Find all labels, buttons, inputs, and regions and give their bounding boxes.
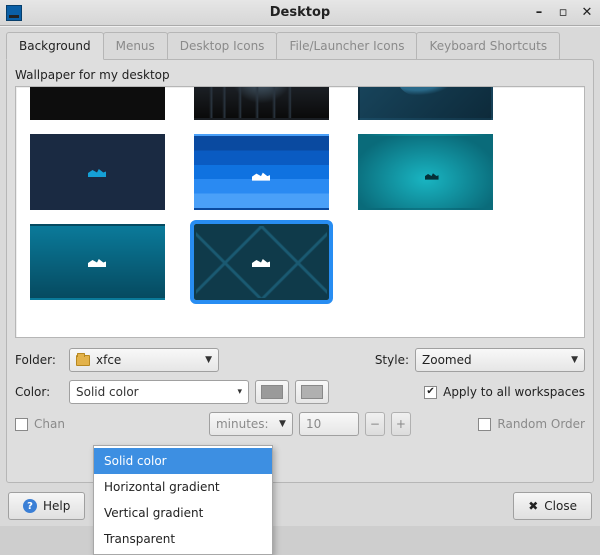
color-label: Color: bbox=[15, 385, 63, 399]
wallpaper-thumb[interactable] bbox=[22, 129, 172, 215]
maximize-button[interactable]: ▫ bbox=[556, 6, 570, 20]
color-swatch-1-button[interactable] bbox=[255, 380, 289, 404]
wallpaper-thumb-selected[interactable] bbox=[186, 219, 336, 305]
interval-decrement-button[interactable]: − bbox=[365, 412, 385, 436]
tab-file-launcher-icons[interactable]: File/Launcher Icons bbox=[276, 32, 417, 59]
chevron-down-icon: ▾ bbox=[237, 387, 242, 397]
row-folder-style: Folder: xfce ▼ Style: Zoomed ▼ bbox=[15, 348, 585, 372]
folder-label: Folder: bbox=[15, 353, 63, 367]
interval-unit-value: minutes: bbox=[216, 417, 273, 431]
change-bg-checkbox[interactable] bbox=[15, 418, 28, 431]
window-title: Desktop bbox=[0, 5, 600, 20]
interval-value-input[interactable]: 10 bbox=[299, 412, 359, 436]
help-button-label: Help bbox=[43, 499, 70, 513]
color-menu-item-horizontal[interactable]: Horizontal gradient bbox=[94, 474, 272, 500]
close-button-label: Close bbox=[544, 499, 577, 513]
apply-all-checkbox[interactable] bbox=[424, 386, 437, 399]
random-order-checkbox[interactable] bbox=[478, 418, 491, 431]
chevron-down-icon: ▼ bbox=[279, 419, 286, 429]
help-button[interactable]: ? Help bbox=[8, 492, 85, 520]
close-button[interactable]: ✖ Close bbox=[513, 492, 592, 520]
interval-unit-combobox[interactable]: minutes: ▼ bbox=[209, 412, 293, 436]
wallpaper-thumb-empty bbox=[350, 219, 500, 305]
wallpaper-section-label: Wallpaper for my desktop bbox=[15, 68, 585, 82]
tab-keyboard-shortcuts[interactable]: Keyboard Shortcuts bbox=[416, 32, 560, 59]
color-value: Solid color bbox=[76, 385, 231, 399]
row-color: Color: Solid color ▾ Apply to all worksp… bbox=[15, 380, 585, 404]
interval-value: 10 bbox=[306, 417, 321, 431]
folder-combobox[interactable]: xfce ▼ bbox=[69, 348, 219, 372]
color-combobox[interactable]: Solid color ▾ bbox=[69, 380, 249, 404]
row-change-bg: Chan minutes: ▼ 10 − + Random Order bbox=[15, 412, 585, 436]
chevron-down-icon: ▼ bbox=[205, 355, 212, 365]
tabpanel-background: Wallpaper for my desktop XFCE Folder: xf… bbox=[6, 59, 594, 483]
change-bg-label: Chan bbox=[34, 417, 65, 431]
minimize-button[interactable]: – bbox=[532, 6, 546, 20]
wallpaper-thumb[interactable]: XFCE bbox=[186, 86, 336, 125]
tab-bar: Background Menus Desktop Icons File/Laun… bbox=[6, 31, 594, 59]
wallpaper-grid[interactable]: XFCE bbox=[15, 86, 585, 338]
titlebar: Desktop – ▫ ✕ bbox=[0, 0, 600, 26]
apply-all-label: Apply to all workspaces bbox=[443, 385, 585, 399]
style-value: Zoomed bbox=[422, 353, 565, 367]
wallpaper-thumb[interactable] bbox=[186, 129, 336, 215]
wallpaper-thumb[interactable] bbox=[22, 86, 172, 125]
tab-menus[interactable]: Menus bbox=[103, 32, 168, 59]
folder-value: xfce bbox=[96, 353, 199, 367]
wallpaper-thumb[interactable] bbox=[350, 129, 500, 215]
help-icon: ? bbox=[23, 499, 37, 513]
color-swatch-2-button[interactable] bbox=[295, 380, 329, 404]
interval-increment-button[interactable]: + bbox=[391, 412, 411, 436]
style-combobox[interactable]: Zoomed ▼ bbox=[415, 348, 585, 372]
folder-icon bbox=[76, 355, 90, 366]
color-menu-item-vertical[interactable]: Vertical gradient bbox=[94, 500, 272, 526]
close-window-button[interactable]: ✕ bbox=[580, 6, 594, 20]
app-icon bbox=[6, 5, 22, 21]
tab-background[interactable]: Background bbox=[6, 32, 104, 60]
close-icon: ✖ bbox=[528, 499, 538, 513]
tab-desktop-icons[interactable]: Desktop Icons bbox=[167, 32, 278, 59]
color-swatch-2 bbox=[301, 385, 323, 399]
color-menu-item-transparent[interactable]: Transparent bbox=[94, 526, 272, 552]
wallpaper-thumb[interactable] bbox=[350, 86, 500, 125]
color-dropdown-menu: Solid color Horizontal gradient Vertical… bbox=[93, 445, 273, 555]
color-menu-item-solid[interactable]: Solid color bbox=[94, 448, 272, 474]
chevron-down-icon: ▼ bbox=[571, 355, 578, 365]
random-order-label: Random Order bbox=[497, 417, 585, 431]
style-label: Style: bbox=[375, 353, 409, 367]
color-swatch-1 bbox=[261, 385, 283, 399]
client-area: Background Menus Desktop Icons File/Laun… bbox=[0, 26, 600, 526]
wallpaper-thumb[interactable] bbox=[22, 219, 172, 305]
